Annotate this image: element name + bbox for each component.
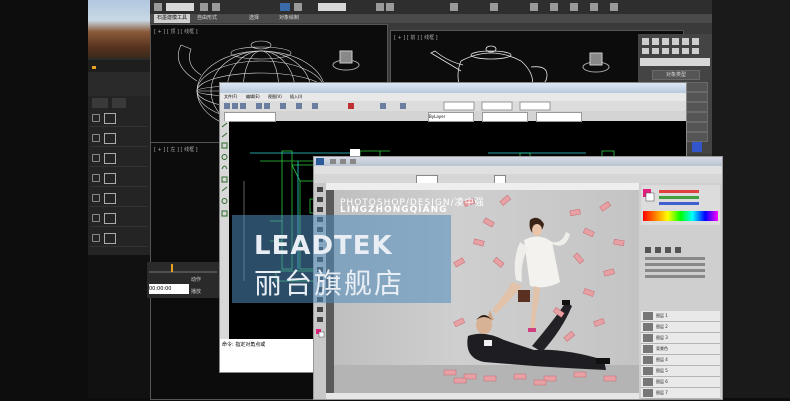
layer-thumbnail [643, 378, 653, 386]
layer-thumbnail [643, 323, 653, 331]
thumbnail-icon [104, 233, 116, 244]
layer-name: 图层 7 [656, 390, 668, 395]
list-item[interactable] [90, 130, 148, 147]
action-label: 动作 [191, 277, 202, 283]
clip-icon [92, 114, 100, 122]
cube-icon [582, 52, 610, 73]
command-prompt: 命令: 指定对角点或 [222, 342, 266, 348]
layer-thumbnail [643, 345, 653, 353]
cad-toolbar [220, 101, 686, 111]
layer-thumbnail [643, 334, 653, 342]
title-bar [314, 157, 722, 166]
command-line[interactable]: 命令: 指定对角点或 [220, 339, 316, 372]
tab-object-paint[interactable]: 对象绘制 [276, 14, 302, 23]
timecode-field[interactable]: 00:00:00 [149, 284, 189, 294]
thumbnail-icon [104, 173, 116, 184]
layer-name: 图层 1 [656, 313, 668, 318]
side-strip [712, 0, 790, 398]
clip-icon [92, 174, 100, 182]
tab-graphite[interactable]: 石墨建模工具 [154, 14, 191, 23]
status-bar [326, 393, 639, 399]
layer-name: 图层 6 [656, 379, 668, 384]
menu-insert[interactable]: 插入(I) [290, 94, 302, 100]
menu-bar [314, 166, 722, 174]
title-bar [220, 83, 686, 93]
object-type-header: 对象类型 [652, 70, 700, 80]
tab-selection[interactable]: 选择 [246, 14, 262, 23]
layer-name: 图层 3 [656, 335, 668, 340]
panel-tab[interactable] [112, 98, 126, 108]
watermark-text: 丽台旗舰店 [254, 267, 405, 300]
panel-icons [642, 38, 699, 54]
toolbar-icons [224, 101, 551, 111]
layer-thumbnail [643, 356, 653, 364]
clip-panel [88, 96, 150, 255]
draw-tool-icons [221, 122, 228, 217]
timecode-widget: 动作 00:00:00 播放 [147, 262, 219, 298]
menu-view[interactable]: 视图(V) [268, 94, 282, 100]
clip-icon [92, 214, 100, 222]
app-icons [316, 158, 356, 165]
layer-name: 图层 4 [656, 357, 668, 362]
scrubber-bar[interactable] [88, 60, 150, 72]
viewport-label[interactable]: [ + ] [ 左 ] [ 线框 ] [154, 146, 198, 153]
main-toolbar [150, 0, 712, 14]
premiere-bottom [88, 255, 150, 398]
thumbnail-icon [104, 133, 116, 144]
thumbnail-icon [104, 193, 116, 204]
category-dropdown[interactable] [640, 58, 710, 66]
ruler [326, 183, 639, 190]
play-label[interactable]: 播放 [191, 288, 201, 295]
photo-caption-name: LINGZHONGQIANG [340, 205, 448, 215]
color-swatch[interactable] [692, 142, 702, 152]
layer-name: 图层 5 [656, 368, 668, 373]
thumbnail-icon [104, 213, 116, 224]
layer-row[interactable]: 图层 7 [641, 388, 720, 399]
panels-dock: 图层 1 图层 2 图层 3 背景色 图层 4 图层 5 图层 6 图层 7 [639, 183, 722, 399]
menu-file[interactable]: 文件(F) [224, 94, 237, 100]
thumbnail-icon [104, 153, 116, 164]
layer-thumbnail [643, 312, 653, 320]
premiere-window [88, 0, 150, 255]
properties-toolbar: ByLayer [220, 111, 686, 122]
layer-row[interactable]: 图层 5 [641, 366, 720, 377]
panel-tab[interactable] [92, 98, 108, 108]
toolbar-icons [154, 3, 618, 11]
layer-thumbnail [643, 389, 653, 397]
clip-icon [92, 194, 100, 202]
adjustments-panel [645, 247, 705, 278]
layer-name: 图层 2 [656, 324, 668, 329]
watermark-logo: LEADTEK [254, 231, 393, 261]
options-bar [314, 174, 722, 184]
layer-thumbnail [643, 367, 653, 375]
list-item[interactable] [90, 210, 148, 227]
playhead-marker[interactable] [92, 66, 96, 69]
layer-row[interactable]: 图层 3 [641, 333, 720, 344]
list-item[interactable] [90, 230, 148, 247]
clip-icon [92, 154, 100, 162]
list-item[interactable] [90, 150, 148, 167]
layer-row[interactable]: 图层 2 [641, 322, 720, 333]
list-item[interactable] [90, 190, 148, 207]
thumbnail-icon [104, 113, 116, 124]
layer-row[interactable]: 背景色 [641, 344, 720, 355]
clip-icon [92, 234, 100, 242]
menu-bar: 文件(F) 编辑(E) 视图(V) 插入(I) [220, 93, 686, 101]
video-thumbnail [88, 0, 150, 58]
track-ruler [149, 264, 217, 273]
list-item[interactable] [90, 110, 148, 127]
tab-freeform[interactable]: 自由形式 [194, 14, 220, 23]
clip-icon [92, 134, 100, 142]
list-item[interactable] [90, 170, 148, 187]
cube-icon [332, 50, 360, 71]
ribbon-tabs: 石墨建模工具 自由形式 选择 对象绘制 [150, 14, 712, 23]
layer-name: 背景色 [656, 346, 668, 351]
draw-toolbar [220, 121, 229, 371]
layer-row[interactable]: 图层 1 [641, 311, 720, 322]
layer-row[interactable]: 图层 4 [641, 355, 720, 366]
menu-edit[interactable]: 编辑(E) [246, 94, 260, 100]
layer-row[interactable]: 图层 6 [641, 377, 720, 388]
color-panel [641, 185, 720, 225]
